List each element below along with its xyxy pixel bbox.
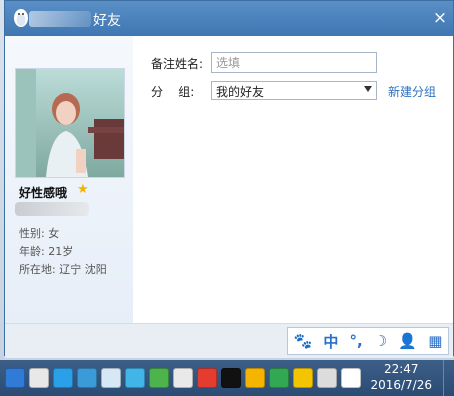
ime-paw-icon[interactable]: 🐾 — [294, 332, 313, 350]
nickname: 好性感哦 — [19, 186, 68, 200]
age-info: 年龄: 21岁 — [19, 245, 74, 258]
ime-moon-icon[interactable]: ☽ — [374, 332, 387, 350]
location-info: 所在地: 辽宁 沈阳 — [19, 263, 107, 276]
taskbar-app-icon[interactable] — [293, 368, 313, 388]
avatar-photo — [16, 69, 124, 177]
redacted-title-name — [29, 11, 91, 27]
ime-user-icon[interactable]: 👤 — [398, 332, 417, 350]
group-select-value: 我的好友 — [216, 85, 265, 99]
ime-punctuation-icon[interactable]: °, — [350, 332, 363, 350]
taskbar-app-icon[interactable] — [173, 368, 193, 388]
profile-panel: 好性感哦 ★ 性别: 女 年龄: 21岁 所在地: 辽宁 沈阳 — [5, 36, 133, 323]
new-group-link[interactable]: 新建分组 — [388, 83, 436, 100]
window-title: 好友 — [93, 13, 121, 29]
taskbar: 22:47 2016/7/26 — [0, 360, 454, 396]
group-select[interactable]: 我的好友 — [211, 81, 377, 100]
taskbar-app-icon[interactable] — [5, 368, 25, 388]
taskbar-app-icon[interactable] — [341, 368, 361, 388]
taskbar-app-icon[interactable] — [77, 368, 97, 388]
taskbar-app-icon[interactable] — [101, 368, 121, 388]
add-friend-dialog: 好友 × 好性感哦 ★ 性别: 女 年龄: 21岁 所在地: 辽宁 沈阳 备注姓… — [4, 0, 454, 358]
chevron-down-icon — [364, 86, 372, 92]
ime-chinese-mode[interactable]: 中 — [323, 331, 338, 352]
title-bar[interactable]: 好友 × — [5, 1, 453, 36]
clock[interactable]: 22:47 2016/7/26 — [370, 361, 432, 393]
remark-name-label: 备注姓名: — [151, 57, 204, 71]
redacted-account — [15, 202, 89, 216]
show-desktop-button[interactable] — [443, 360, 454, 396]
star-icon: ★ — [77, 182, 89, 197]
taskbar-app-icon[interactable] — [125, 368, 145, 388]
clock-time: 22:47 — [383, 362, 419, 376]
taskbar-app-icon[interactable] — [29, 368, 49, 388]
taskbar-app-icon[interactable] — [221, 368, 241, 388]
taskbar-app-icon[interactable] — [245, 368, 265, 388]
taskbar-app-icon[interactable] — [317, 368, 337, 388]
clock-date: 2016/7/26 — [370, 378, 432, 392]
close-button[interactable]: × — [429, 8, 451, 28]
avatar — [15, 68, 125, 178]
gender-info: 性别: 女 — [19, 227, 60, 240]
taskbar-app-icon[interactable] — [53, 368, 73, 388]
ime-toolbar: 🐾 中 °, ☽ 👤 ▦ — [287, 327, 449, 355]
group-label: 分 组: — [151, 85, 195, 99]
qq-penguin-icon — [14, 9, 28, 27]
taskbar-app-icon[interactable] — [269, 368, 289, 388]
remark-name-input[interactable] — [211, 52, 377, 73]
taskbar-app-icon[interactable] — [149, 368, 169, 388]
taskbar-app-icon[interactable] — [197, 368, 217, 388]
bottom-bar: 🐾 中 °, ☽ 👤 ▦ — [5, 323, 453, 358]
ime-grid-icon[interactable]: ▦ — [428, 332, 442, 350]
